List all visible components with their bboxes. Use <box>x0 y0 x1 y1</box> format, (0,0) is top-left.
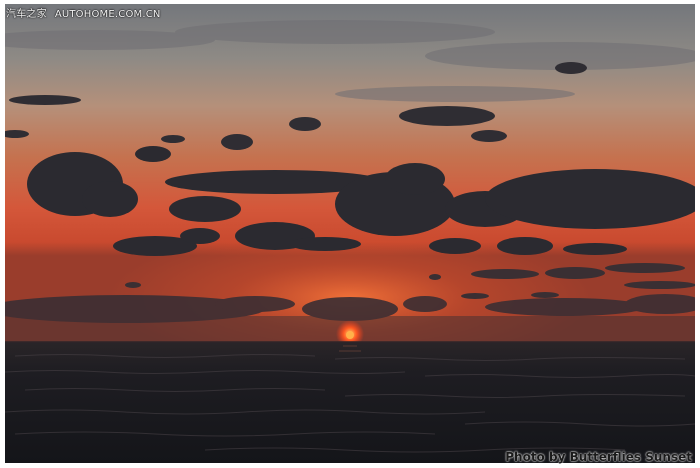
sun-core <box>346 331 354 339</box>
site-watermark: 汽车之家 AUTOHOME.COM.CN <box>6 5 161 20</box>
sea <box>5 342 695 463</box>
sunset-scene <box>5 4 695 463</box>
sunset-photo <box>5 4 695 463</box>
photo-credit: Photo by Butterflies Sunset <box>505 450 692 464</box>
site-url: AUTOHOME.COM.CN <box>54 9 161 20</box>
site-name: 汽车之家 <box>6 9 47 20</box>
photo-frame: 汽车之家 AUTOHOME.COM.CN Photo by Butterflies… <box>0 0 700 468</box>
